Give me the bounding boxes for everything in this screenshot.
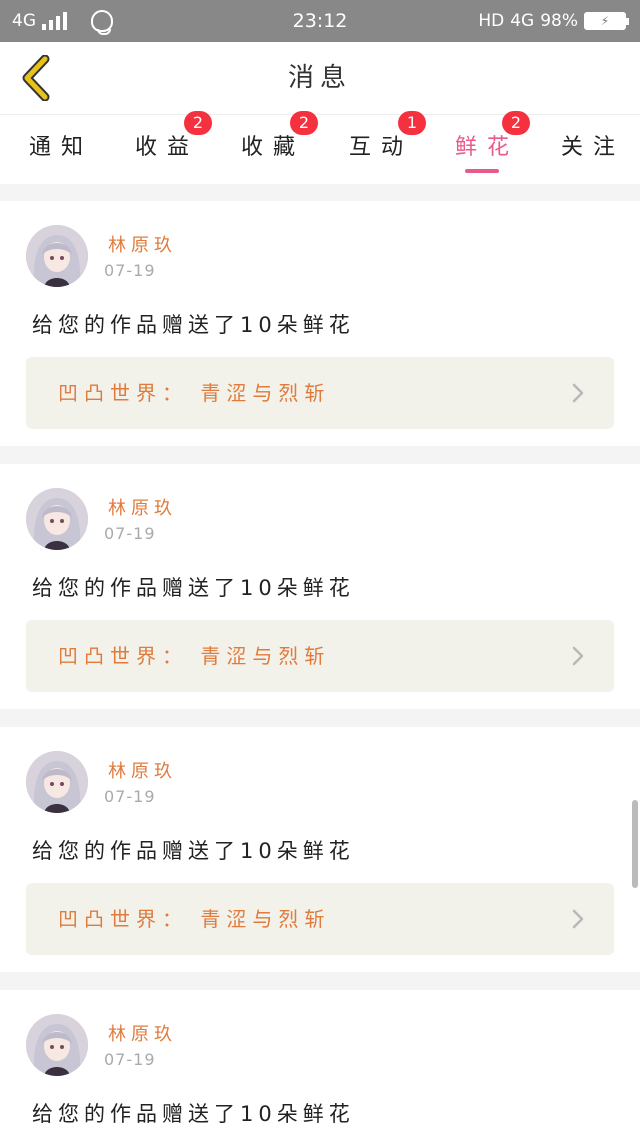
tab-interactions[interactable]: 互动 1 xyxy=(326,111,426,185)
badge-flowers: 2 xyxy=(502,111,530,135)
battery-icon: ⚡ xyxy=(584,12,629,30)
message-date: 07-19 xyxy=(104,787,156,806)
avatar-image xyxy=(26,488,88,550)
tab-bar: 通知 收益 2 收藏 2 互动 1 鲜花 2 关注 xyxy=(0,111,640,185)
message-card: 林原玖 07-19 给您的作品赠送了10朵鲜花 凹凸世界： 青涩与烈斩 xyxy=(0,464,640,709)
chevron-right-icon xyxy=(572,646,584,666)
avatar[interactable] xyxy=(26,225,88,287)
active-tab-indicator xyxy=(465,169,499,173)
tab-earnings[interactable]: 收益 2 xyxy=(112,111,212,185)
avatar[interactable] xyxy=(26,751,88,813)
work-title: 凹凸世界： 青涩与烈斩 xyxy=(58,644,331,668)
badge-favorites: 2 xyxy=(290,111,318,135)
avatar-image xyxy=(26,751,88,813)
message-date: 07-19 xyxy=(104,524,156,543)
work-link[interactable]: 凹凸世界： 青涩与烈斩 xyxy=(26,357,614,429)
message-text: 给您的作品赠送了10朵鲜花 xyxy=(32,839,355,863)
header: 消息 xyxy=(0,42,640,114)
username[interactable]: 林原玖 xyxy=(108,1020,177,1046)
hd-label: HD xyxy=(478,11,505,31)
chevron-right-icon xyxy=(572,383,584,403)
tab-notifications[interactable]: 通知 xyxy=(6,115,106,185)
message-card: 林原玖 07-19 给您的作品赠送了10朵鲜花 凹凸世界： 青涩与烈斩 xyxy=(0,727,640,972)
username[interactable]: 林原玖 xyxy=(108,757,177,783)
page-title: 消息 xyxy=(287,63,352,93)
tab-flowers[interactable]: 鲜花 2 xyxy=(432,111,532,185)
message-card: 林原玖 07-19 给您的作品赠送了10朵鲜花 凹凸世界： 青涩与烈斩 xyxy=(0,201,640,446)
avatar-image xyxy=(26,225,88,287)
avatar[interactable] xyxy=(26,488,88,550)
message-text: 给您的作品赠送了10朵鲜花 xyxy=(32,1102,355,1126)
badge-interactions: 1 xyxy=(398,111,426,135)
battery-percent: 98% xyxy=(540,11,578,31)
scrollbar[interactable] xyxy=(632,800,638,888)
message-date: 07-19 xyxy=(104,1050,156,1069)
tab-following[interactable]: 关注 xyxy=(538,115,638,185)
chevron-right-icon xyxy=(572,909,584,929)
username[interactable]: 林原玖 xyxy=(108,494,177,520)
status-right: HD 4G 98% ⚡ xyxy=(478,0,629,42)
status-bar: 4G 23:12 HD 4G 98% ⚡ xyxy=(0,0,640,42)
badge-earnings: 2 xyxy=(184,111,212,135)
tab-label: 关注 xyxy=(560,135,625,160)
username[interactable]: 林原玖 xyxy=(108,231,177,257)
tab-favorites[interactable]: 收藏 2 xyxy=(218,111,318,185)
message-date: 07-19 xyxy=(104,261,156,280)
message-text: 给您的作品赠送了10朵鲜花 xyxy=(32,313,355,337)
work-title: 凹凸世界： 青涩与烈斩 xyxy=(58,381,331,405)
message-text: 给您的作品赠送了10朵鲜花 xyxy=(32,576,355,600)
message-card: 林原玖 07-19 给您的作品赠送了10朵鲜花 xyxy=(0,990,640,1138)
work-link[interactable]: 凹凸世界： 青涩与烈斩 xyxy=(26,620,614,692)
work-link[interactable]: 凹凸世界： 青涩与烈斩 xyxy=(26,883,614,955)
tab-label: 通知 xyxy=(28,135,93,160)
network-label-right: 4G xyxy=(510,11,535,31)
work-title: 凹凸世界： 青涩与烈斩 xyxy=(58,907,331,931)
avatar-image xyxy=(26,1014,88,1076)
avatar[interactable] xyxy=(26,1014,88,1076)
